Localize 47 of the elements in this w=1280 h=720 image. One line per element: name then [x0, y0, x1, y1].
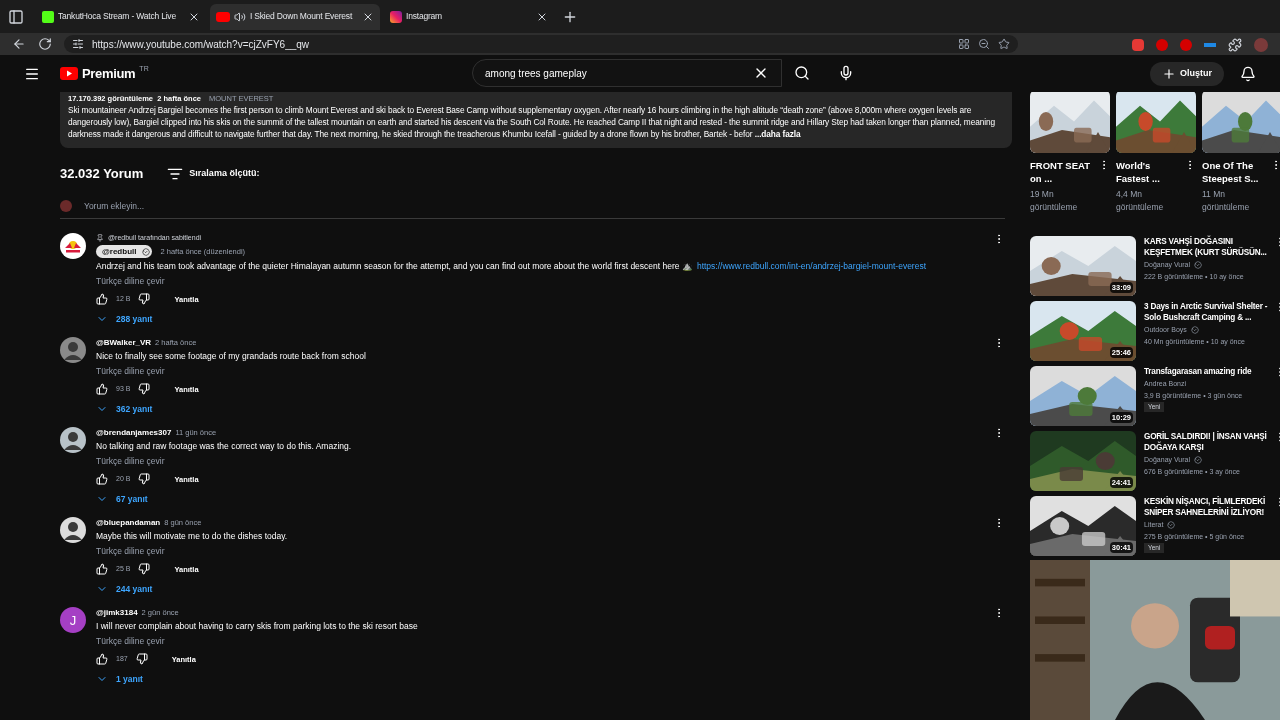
translate-link[interactable]: Türkçe diline çevir: [96, 635, 165, 648]
short-title[interactable]: One Of The Steepest S...: [1202, 159, 1270, 185]
short-views: 11 Mn görüntüleme: [1202, 188, 1251, 214]
comment-author[interactable]: @bluepandaman: [96, 517, 161, 529]
tab-title: I Skied Down Mount Everest: [250, 10, 354, 23]
sort-button[interactable]: Sıralama ölçütü:: [167, 165, 260, 182]
replies-button[interactable]: 67 yanıt: [96, 493, 148, 506]
browser-tab[interactable]: TankutHoca Stream - Watch Live: [36, 3, 206, 30]
show-more-link[interactable]: ...daha fazla: [754, 129, 801, 139]
address-field[interactable]: https://www.youtube.com/watch?v=cjZvFY6__qw: [64, 35, 1018, 53]
description-text: Ski mountaineer Andrzej Bargiel becomes the first person to climb Mount Everest and ski back to Everest Base Camp without supplementary oxygen. After nearly 16 hours climbing in the high altitude “death zone” (above 8,000m where oxygen levels are dangerously low), Bargiel clipped into his skis on the summit of the tallest mountain on earth and started his descent via the South Col Route. He reached Camp II that night and rested - the summit ridge and Hillary Step had taken longer than planned, meaning darkness made it dangerous and difficult to navigate further that day. The next morning, he skied through the treacherous Khumbu Icefall - guided by a drone flown by his brother, Bartek - befor ...daha fazla: [68, 104, 996, 140]
comment-author[interactable]: @jimk3184: [96, 607, 138, 619]
comment-input[interactable]: Yorum ekleyin...: [84, 199, 145, 213]
comment-count: 32.032 Yorum: [60, 165, 144, 183]
tab-title: Instagram: [406, 10, 443, 23]
video-title[interactable]: Transfagarasan amazing ride: [1144, 366, 1270, 377]
avatar: J: [60, 607, 86, 634]
comment-author[interactable]: @redbull: [96, 245, 153, 259]
comment-text: Nice to finally see some footage of my grandads route back from school: [96, 350, 366, 363]
replies-button[interactable]: 362 yanıt: [96, 403, 153, 416]
search-field[interactable]: among trees gameplay: [472, 59, 782, 87]
short-title[interactable]: World's Fastest ...: [1116, 159, 1184, 185]
video-title[interactable]: KESKİN NİŞANCI, FİLMLERDEKİ SNİPER SAHNELERİNİ İZLİYOR!: [1144, 496, 1270, 518]
translate-link[interactable]: Türkçe diline çevir: [96, 365, 165, 378]
translate-link[interactable]: Türkçe diline çevir: [96, 545, 165, 558]
tab-title: TankutHoca Stream - Watch Live: [58, 10, 177, 23]
browser-tab[interactable]: Instagram: [384, 3, 554, 30]
short-title[interactable]: FRONT SEAT on ...: [1030, 159, 1098, 185]
video-title[interactable]: GORİL SALDIRDI! | İNSAN VAHŞİ DOĞAYA KARŞI: [1144, 431, 1270, 453]
comment-text: Andrzej and his team took advantage of the quieter Himalayan autumn season for the attempt, and you can find out more about the world first descent here ⛰: [96, 260, 693, 273]
comment-author[interactable]: @BWalker_VR: [96, 337, 152, 349]
replies-button[interactable]: 288 yanıt: [96, 313, 153, 326]
video-title[interactable]: KARS VAHŞİ DOĞASINI KEŞFETMEK (KURT SÜRÜSÜN...: [1144, 236, 1270, 258]
browser-tab[interactable]: I Skied Down Mount Everest: [210, 3, 380, 30]
translate-link[interactable]: Türkçe diline çevir: [96, 275, 165, 288]
comment-text: I will never complain about having to carry skis from parking lots to the ski resort base: [96, 620, 418, 633]
translate-link[interactable]: Türkçe diline çevir: [96, 455, 165, 468]
comment-author[interactable]: @brendanjames307: [96, 427, 172, 439]
replies-button[interactable]: 244 yanıt: [96, 583, 153, 596]
comment-text: Maybe this will motivate me to do the dishes today.: [96, 530, 288, 543]
short-views: 19 Mn görüntüleme: [1030, 188, 1079, 214]
replies-button[interactable]: 1 yanıt: [96, 673, 143, 686]
comment-text: No talking and raw footage was the correct way to do this. Amazing.: [96, 440, 352, 453]
create-button[interactable]: Oluştur: [1150, 61, 1224, 86]
comment-link[interactable]: https://www.redbull.com/int-en/andrzej-bargiel-mount-everest: [696, 260, 927, 273]
video-title[interactable]: 3 Days in Arctic Survival Shelter - Solo Bushcraft Camping & ...: [1144, 301, 1270, 323]
short-views: 4,4 Mn görüntüleme: [1116, 188, 1165, 214]
